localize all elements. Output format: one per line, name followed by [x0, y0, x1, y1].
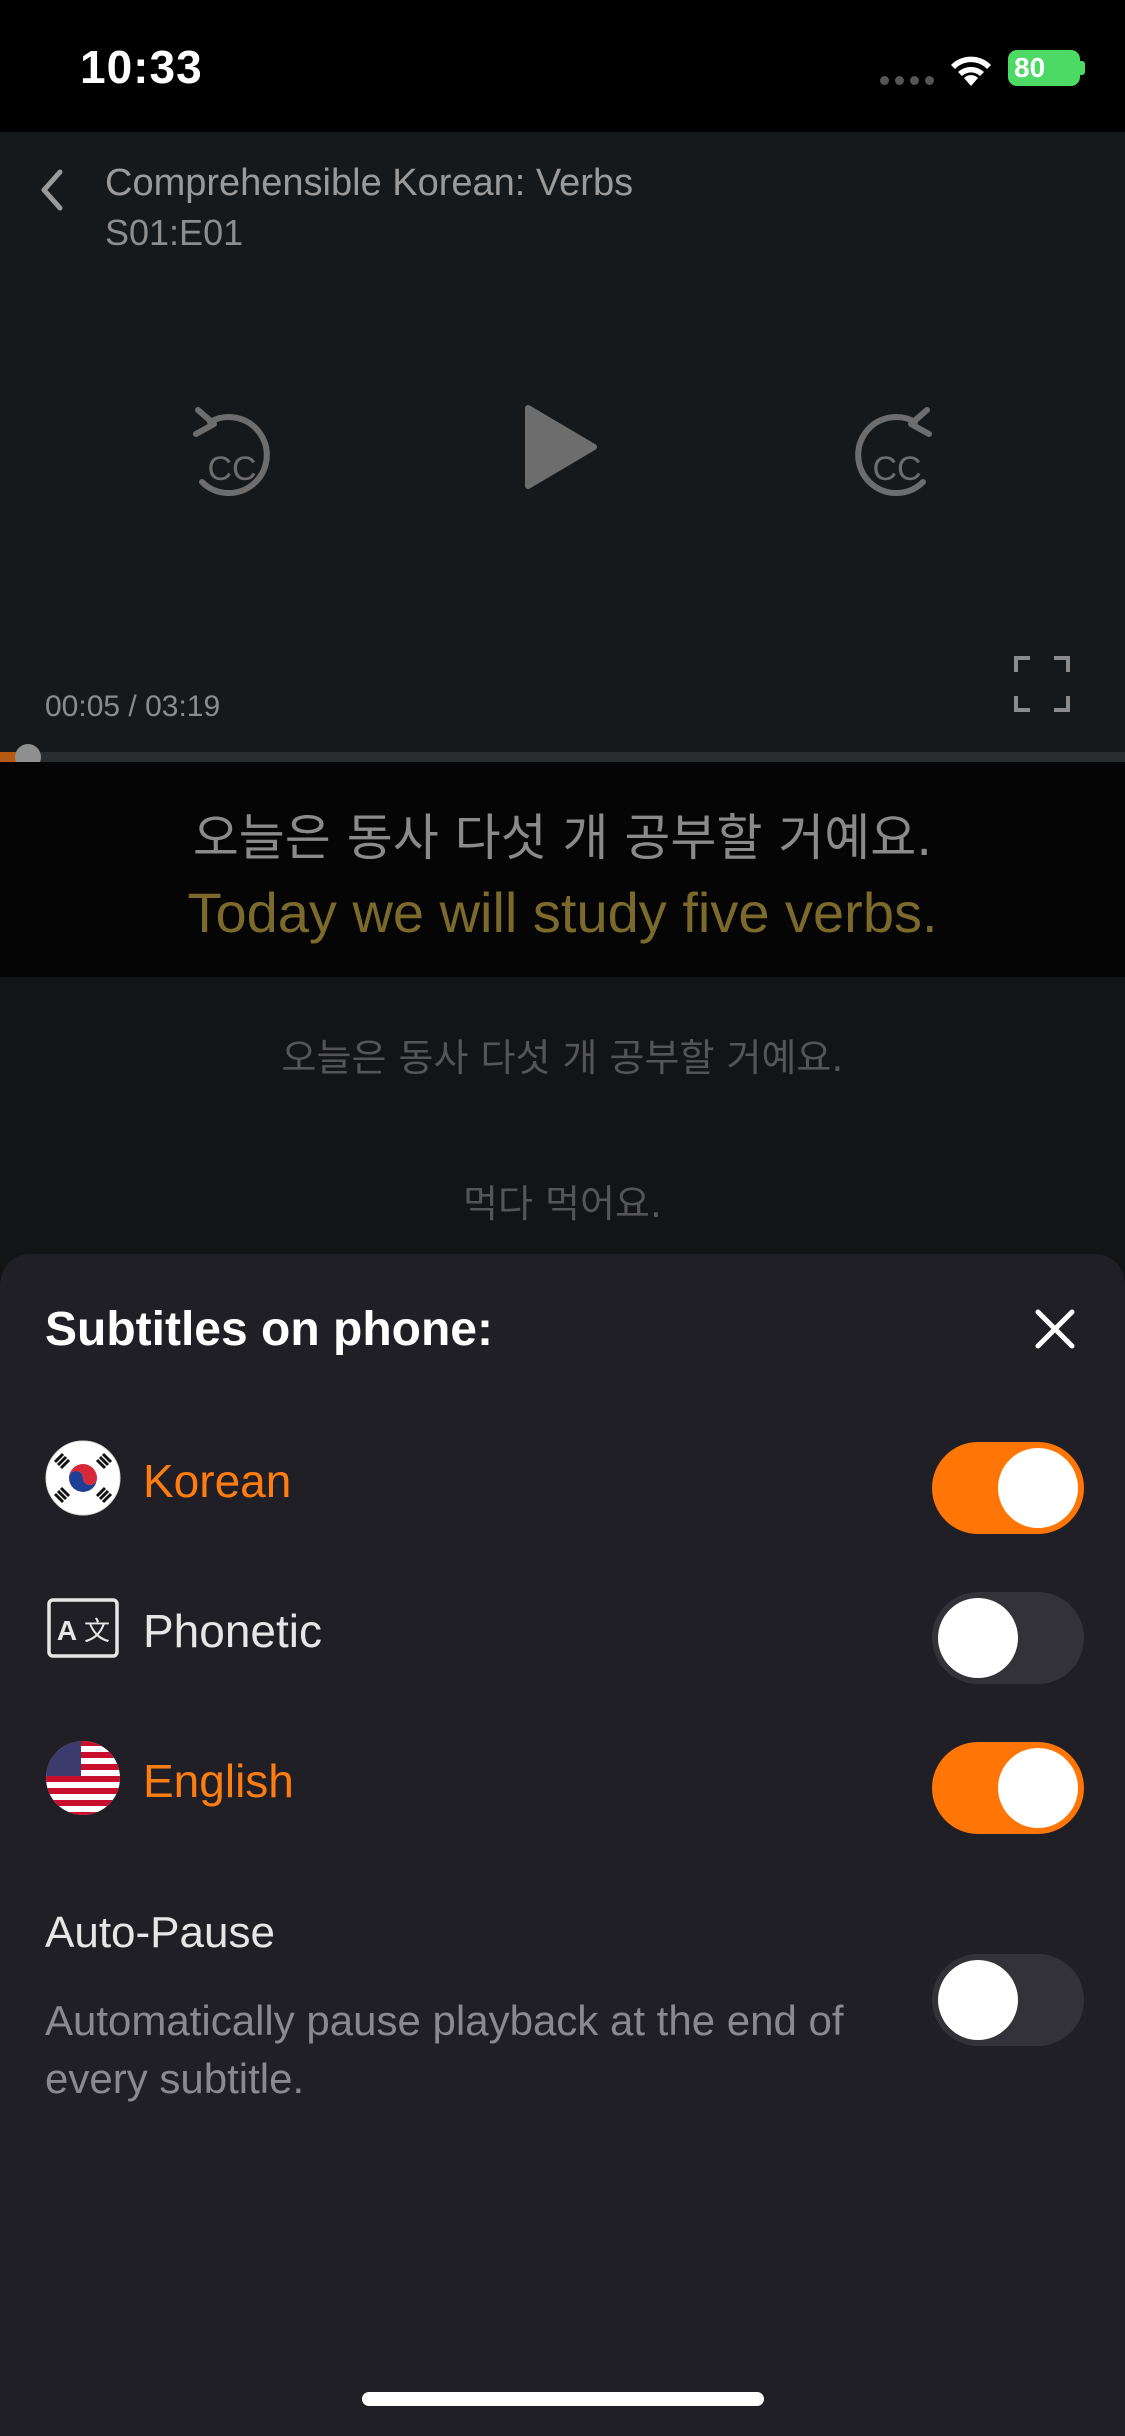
toggle-knob [998, 1448, 1078, 1528]
episode-title: Comprehensible Korean: Verbs [105, 162, 634, 204]
transcript-line[interactable]: 먹다 먹어요. [0, 1173, 1125, 1228]
auto-pause-toggle[interactable] [932, 1954, 1084, 2046]
back-chevron-icon[interactable] [32, 160, 72, 220]
auto-pause-title: Auto-Pause [45, 1908, 275, 1957]
wifi-icon [951, 56, 991, 86]
progress-bar[interactable] [0, 744, 1125, 770]
svg-text:文: 文 [84, 1617, 110, 1647]
english-toggle[interactable] [932, 1742, 1084, 1834]
time-readout: 00:05 / 03:19 [45, 690, 221, 723]
option-phonetic[interactable]: A 文 Phonetic [0, 1578, 1125, 1684]
svg-text:A: A [57, 1615, 77, 1646]
fullscreen-icon[interactable] [1012, 654, 1072, 714]
option-label-phonetic: Phonetic [143, 1605, 323, 1657]
play-icon[interactable] [520, 402, 600, 492]
subtitle-english: Today we will study five verbs. [187, 881, 938, 944]
episode-number: S01:E01 [105, 212, 244, 253]
status-time: 10:33 [80, 41, 203, 93]
subtitle-settings-sheet: Subtitles on phone: Korean A 文 Phonetic [0, 1254, 1125, 2436]
toggle-knob [938, 1960, 1018, 2040]
close-icon[interactable] [1030, 1304, 1080, 1354]
option-korean[interactable]: Korean [0, 1428, 1125, 1534]
battery-cap [1080, 61, 1085, 75]
battery-level: 80 [1014, 52, 1046, 83]
translate-icon: A 文 [47, 1598, 119, 1658]
status-bar: 10:33 80 [0, 0, 1125, 132]
auto-pause-description: Automatically pause playback at the end … [45, 1997, 844, 2102]
cellular-signal-icon [880, 76, 934, 85]
video-player[interactable]: Comprehensible Korean: Verbs S01:E01 CC … [0, 132, 1125, 770]
us-flag-icon [46, 1741, 120, 1815]
battery-icon: 80 [1008, 50, 1080, 86]
subtitle-band: 오늘은 동사 다섯 개 공부할 거예요. Today we will study… [0, 762, 1125, 977]
previous-subtitle-icon[interactable]: CC [180, 402, 280, 502]
subtitle-korean: 오늘은 동사 다섯 개 공부할 거예요. [192, 809, 933, 867]
toggle-knob [998, 1748, 1078, 1828]
option-label-english: English [143, 1755, 294, 1807]
home-indicator[interactable] [362, 2392, 764, 2406]
korean-toggle[interactable] [932, 1442, 1084, 1534]
svg-text:CC: CC [872, 450, 921, 488]
option-label-korean: Korean [143, 1455, 292, 1507]
transcript-list: 오늘은 동사 다섯 개 공부할 거예요. 먹다 먹어요. [0, 977, 1125, 1277]
phonetic-toggle[interactable] [932, 1592, 1084, 1684]
svg-text:CC: CC [207, 450, 256, 488]
next-subtitle-icon[interactable]: CC [845, 402, 945, 502]
toggle-knob [938, 1598, 1018, 1678]
transcript-line[interactable]: 오늘은 동사 다섯 개 공부할 거예요. [0, 1027, 1125, 1082]
korea-flag-icon [45, 1440, 121, 1516]
option-english[interactable]: English [0, 1728, 1125, 1834]
sheet-title: Subtitles on phone: [45, 1303, 493, 1356]
